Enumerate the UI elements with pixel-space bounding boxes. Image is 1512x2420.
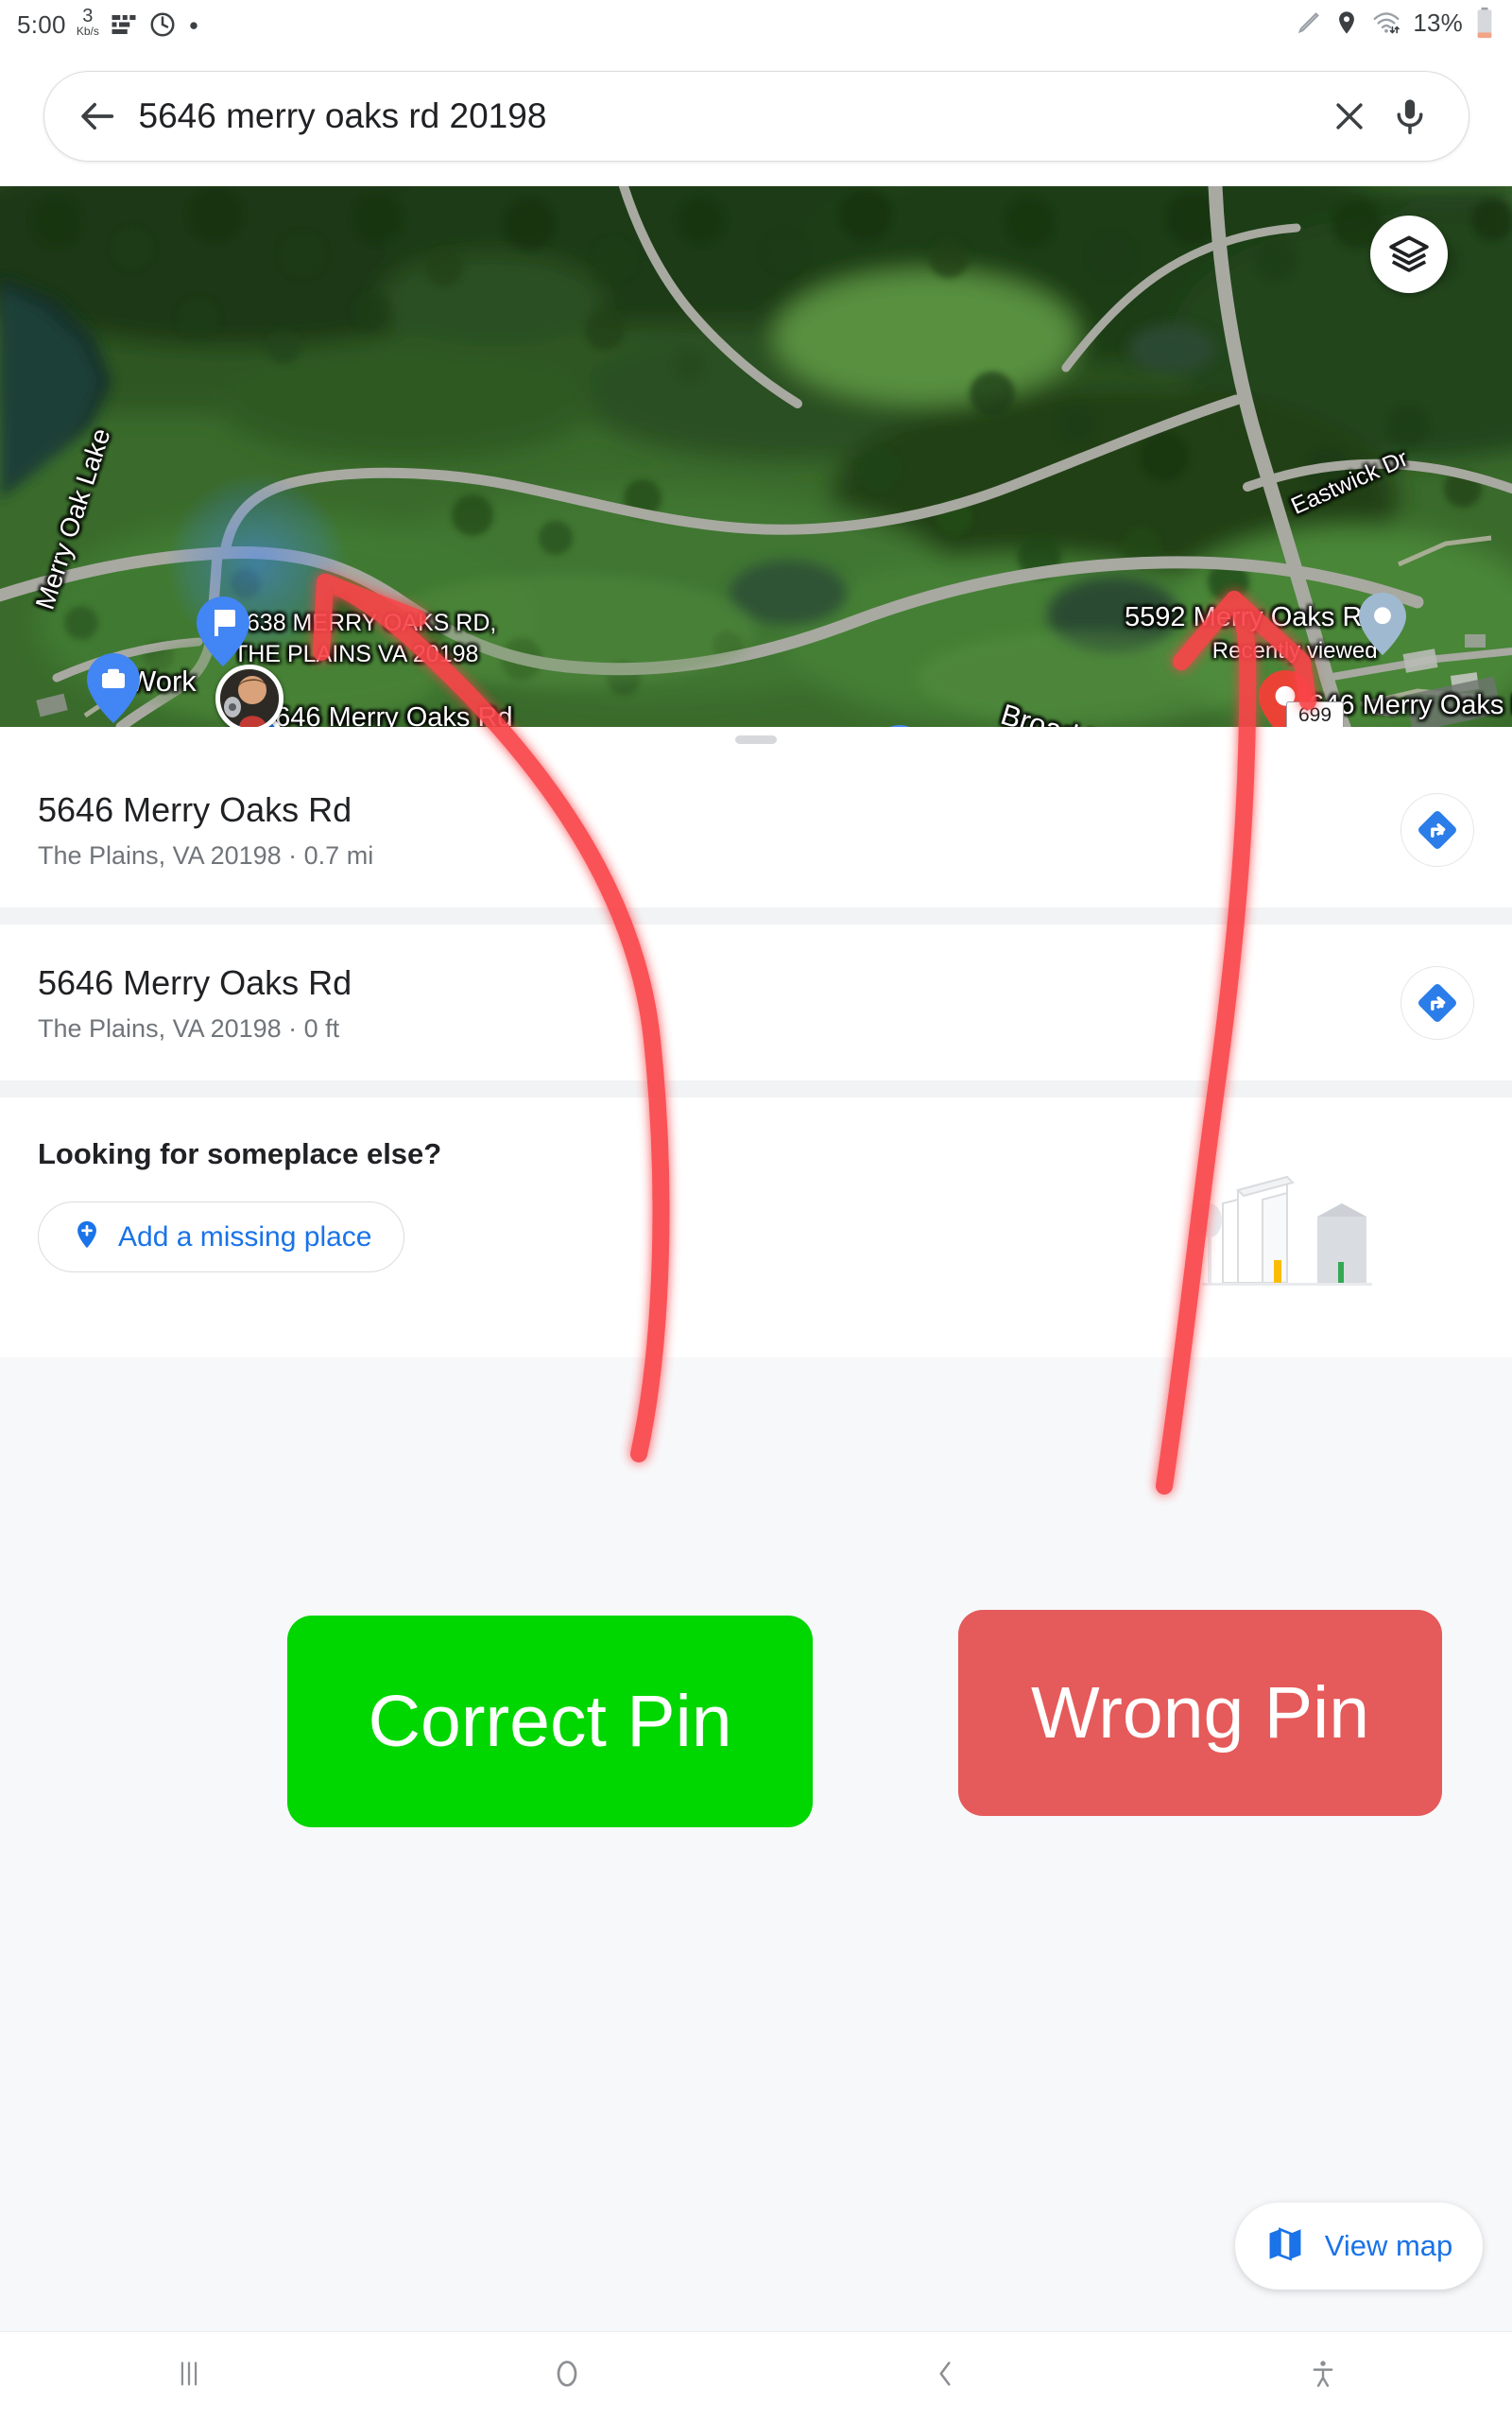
avatar[interactable] <box>215 665 284 727</box>
network-speed: 3 Kb/s <box>77 7 99 39</box>
search-input[interactable]: 5646 merry oaks rd 20198 <box>139 96 1319 136</box>
add-missing-place-button[interactable]: Add a missing place <box>38 1201 405 1272</box>
search-bar[interactable]: 5646 merry oaks rd 20198 <box>43 70 1469 162</box>
back-chevron-icon <box>929 2358 961 2394</box>
directions-icon[interactable] <box>1400 792 1474 867</box>
recents-icon <box>173 2358 205 2394</box>
directions-icon[interactable] <box>1400 965 1474 1040</box>
network-speed-unit: Kb/s <box>76 24 99 38</box>
buildings-illustration <box>1176 1162 1383 1308</box>
route-shield-699: 699 <box>1286 701 1345 727</box>
missing-place-title: Looking for someplace else? <box>38 1137 442 1170</box>
nav-home[interactable] <box>378 2332 756 2420</box>
back-arrow-icon[interactable] <box>73 92 122 141</box>
results-sheet: 5646 Merry Oaks Rd The Plains, VA 20198 … <box>0 727 1512 1357</box>
search-bar-container: 5646 merry oaks rd 20198 <box>0 45 1512 186</box>
5592-recently-viewed-pin[interactable] <box>1359 593 1406 660</box>
pencil-icon <box>1298 12 1320 34</box>
sheet-drag-handle[interactable] <box>0 727 1512 752</box>
list-divider <box>0 908 1512 925</box>
status-bar-left: 5:00 3 Kb/s <box>17 7 200 39</box>
sync-icon <box>150 12 175 37</box>
nav-accessibility[interactable] <box>1134 2332 1512 2420</box>
status-bar: 5:00 3 Kb/s 13% <box>0 0 1512 45</box>
result-title: 5646 Merry Oaks Rd <box>38 790 352 829</box>
list-item[interactable]: 5646 Merry Oaks Rd The Plains, VA 20198 … <box>0 752 1512 908</box>
missing-place-left: Looking for someplace else? Add a missin… <box>38 1137 1176 1272</box>
wrong-pin-button[interactable]: Wrong Pin <box>958 1610 1442 1816</box>
close-icon[interactable] <box>1319 86 1380 147</box>
result-subtitle: The Plains, VA 20198 · 0.7 mi <box>38 841 374 870</box>
result-title: 5646 Merry Oaks Rd <box>38 963 352 1002</box>
battery-icon <box>1477 7 1492 39</box>
view-map-label: View map <box>1324 2229 1453 2262</box>
location-pin-icon <box>1339 11 1355 34</box>
missing-place-section: Looking for someplace else? Add a missin… <box>0 1098 1512 1357</box>
microphone-icon[interactable] <box>1380 86 1440 147</box>
result-texts: 5646 Merry Oaks Rd The Plains, VA 20198 … <box>38 961 1400 1044</box>
selected-location-glow <box>167 475 347 654</box>
list-divider <box>0 1080 1512 1098</box>
status-bar-right: 13% <box>1296 7 1495 39</box>
nav-back[interactable] <box>756 2332 1134 2420</box>
data-saver-icon <box>112 15 136 35</box>
result-subtitle: The Plains, VA 20198 · 0 ft <box>38 1014 340 1043</box>
dot-icon <box>190 22 198 29</box>
list-item[interactable]: 5646 Merry Oaks Rd The Plains, VA 20198 … <box>0 925 1512 1080</box>
layers-icon[interactable] <box>1370 216 1448 293</box>
map-view[interactable]: Merry Oak Lake Eastwick Dr Broad Run Wor… <box>0 186 1512 727</box>
map-icon <box>1265 2224 1305 2269</box>
correct-pin-button[interactable]: Correct Pin <box>287 1616 813 1827</box>
accessibility-icon <box>1307 2358 1339 2394</box>
work-pin[interactable] <box>87 653 140 727</box>
view-map-button[interactable]: View map <box>1235 2203 1483 2290</box>
system-nav-bar <box>0 2331 1512 2420</box>
result-texts: 5646 Merry Oaks Rd The Plains, VA 20198 … <box>38 788 1400 871</box>
battery-percent: 13% <box>1413 8 1463 37</box>
app-screen: 5:00 3 Kb/s 13% 5646 merry oaks rd 20198… <box>0 0 1512 2420</box>
add-place-pin-icon <box>71 1219 103 1255</box>
home-circle-icon <box>550 2357 584 2395</box>
wifi-icon <box>1373 12 1400 34</box>
nav-recents[interactable] <box>0 2332 378 2420</box>
pin-verdict-actions: Correct Pin Wrong Pin <box>0 1607 1512 1853</box>
5638-flag-pin[interactable] <box>197 596 249 671</box>
add-missing-place-label: Add a missing place <box>118 1220 372 1253</box>
network-speed-value: 3 <box>82 5 94 26</box>
status-clock: 5:00 <box>17 10 66 40</box>
